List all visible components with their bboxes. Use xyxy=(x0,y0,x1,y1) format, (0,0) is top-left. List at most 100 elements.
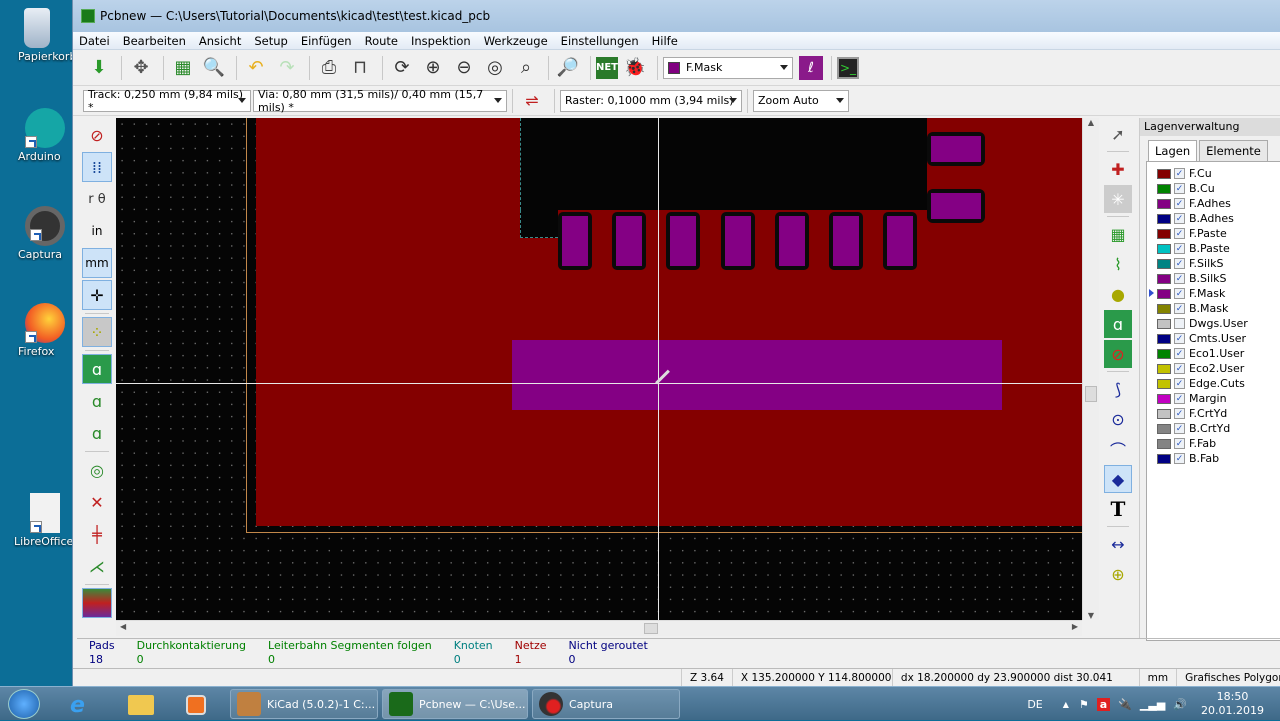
layer-color-swatch[interactable] xyxy=(1157,228,1171,239)
add-line-icon[interactable]: ⟆ xyxy=(1104,375,1132,403)
desktop-icon-libreoffice[interactable]: LibreOffice xyxy=(0,493,74,548)
footprint-editor-icon[interactable]: ▦ xyxy=(169,54,197,82)
layer-row[interactable]: ✓ B.Paste xyxy=(1147,241,1280,256)
layer-visibility-checkbox[interactable]: ✓ xyxy=(1174,243,1185,254)
layer-color-swatch[interactable] xyxy=(1157,198,1171,209)
netlist-icon[interactable]: NET xyxy=(596,56,618,79)
vertical-scrollbar[interactable]: ▲ ▼ xyxy=(1082,118,1099,620)
redraw-icon[interactable]: ⟳ xyxy=(388,54,416,82)
add-zone-icon[interactable]: ɑ xyxy=(1104,310,1132,338)
zoom-in-icon[interactable]: ⊕ xyxy=(419,54,447,82)
scroll-left-arrow[interactable]: ◀ xyxy=(120,622,126,631)
layer-visibility-checkbox[interactable]: ✓ xyxy=(1174,303,1185,314)
layer-color-swatch[interactable] xyxy=(1157,258,1171,269)
layer-visibility-checkbox[interactable]: ✓ xyxy=(1174,198,1185,209)
track-sketch-icon[interactable]: ╪ xyxy=(82,519,112,549)
pad[interactable] xyxy=(612,212,647,270)
layer-color-swatch[interactable] xyxy=(1157,363,1171,374)
add-text-icon[interactable]: T xyxy=(1104,495,1132,523)
layer-row[interactable]: ✓ Eco2.User xyxy=(1147,361,1280,376)
add-via-icon[interactable]: ● xyxy=(1104,280,1132,308)
drc-off-icon[interactable]: ⊘ xyxy=(82,120,112,150)
menu-einfuegen[interactable]: Einfügen xyxy=(301,34,352,48)
menu-setup[interactable]: Setup xyxy=(254,34,287,48)
layer-row[interactable]: ✓ F.Mask xyxy=(1147,286,1280,301)
zoom-dropdown[interactable]: Zoom Auto xyxy=(753,89,849,112)
units-mm-icon[interactable]: mm xyxy=(82,248,112,278)
via-size-dropdown[interactable]: Via: 0,80 mm (31,5 mils)/ 0,40 mm (15,7 … xyxy=(253,88,507,114)
highlight-net-icon[interactable]: ✚ xyxy=(1104,155,1132,183)
network-signal-icon[interactable]: ▁▃▅ xyxy=(1140,698,1165,711)
layer-color-swatch[interactable] xyxy=(1157,288,1171,299)
layer-visibility-checkbox[interactable] xyxy=(1174,318,1185,329)
layer-row[interactable]: ✓ F.SilkS xyxy=(1147,256,1280,271)
place-origin-icon[interactable]: ⊕ xyxy=(1104,560,1132,588)
taskbar-button-kicad[interactable]: KiCad (5.0.2)-1 C:... xyxy=(230,689,378,719)
horizontal-scrollbar[interactable]: ◀ ▶ xyxy=(116,620,1082,636)
menu-datei[interactable]: Datei xyxy=(79,34,110,48)
layer-visibility-checkbox[interactable]: ✓ xyxy=(1174,363,1185,374)
layer-row[interactable]: ✓ Margin xyxy=(1147,391,1280,406)
layer-visibility-checkbox[interactable]: ✓ xyxy=(1174,408,1185,419)
pad[interactable] xyxy=(883,212,918,270)
drc-bug-icon[interactable]: 🐞 xyxy=(621,54,649,82)
pad[interactable] xyxy=(927,189,985,223)
layer-row[interactable]: ✓ B.Adhes xyxy=(1147,211,1280,226)
layer-color-swatch[interactable] xyxy=(1157,183,1171,194)
clock[interactable]: 18:50 20.01.2019 xyxy=(1201,690,1264,718)
layer-visibility-checkbox[interactable]: ✓ xyxy=(1174,333,1185,344)
layer-color-swatch[interactable] xyxy=(1157,168,1171,179)
save-icon[interactable]: ⬇ xyxy=(85,54,113,82)
grid-size-dropdown[interactable]: Raster: 0,1000 mm (3,94 mils) xyxy=(560,89,742,112)
layer-color-swatch[interactable] xyxy=(1157,348,1171,359)
layer-visibility-checkbox[interactable]: ✓ xyxy=(1174,213,1185,224)
layer-color-swatch[interactable] xyxy=(1157,303,1171,314)
menu-einstellungen[interactable]: Einstellungen xyxy=(561,34,639,48)
pad[interactable] xyxy=(558,212,592,270)
layer-visibility-checkbox[interactable]: ✓ xyxy=(1174,423,1185,434)
auto-track-width-icon[interactable]: ⇌ xyxy=(518,87,546,115)
add-dimension-icon[interactable]: ↔ xyxy=(1104,530,1132,558)
zoom-out-icon[interactable]: ⊖ xyxy=(450,54,478,82)
zoom-fit-icon[interactable]: ◎ xyxy=(481,54,509,82)
title-bar[interactable]: Pcbnew — C:\Users\Tutorial\Documents\kic… xyxy=(73,0,1280,32)
pad[interactable] xyxy=(829,212,863,270)
pad[interactable] xyxy=(720,212,755,270)
show-hidden-icons[interactable]: ▲ xyxy=(1063,700,1069,709)
layer-row[interactable]: ✓ Cmts.User xyxy=(1147,331,1280,346)
scripting-console-icon[interactable]: >_ xyxy=(837,56,859,79)
internet-explorer-icon[interactable]: e xyxy=(70,693,85,718)
add-arc-icon[interactable]: ⌒ xyxy=(1104,435,1132,463)
zone-sketch-icon[interactable]: ɑ xyxy=(82,418,112,448)
layer-visibility-checkbox[interactable]: ✓ xyxy=(1174,258,1185,269)
action-center-flag-icon[interactable]: ⚑ xyxy=(1079,698,1089,711)
scroll-thumb[interactable] xyxy=(644,623,658,634)
desktop-icon-recycle-bin[interactable]: Papierkorb xyxy=(0,8,74,63)
language-indicator[interactable]: DE xyxy=(1027,698,1042,711)
menu-werkzeuge[interactable]: Werkzeuge xyxy=(484,34,548,48)
layers-manager-icon[interactable] xyxy=(82,588,112,618)
layer-color-swatch[interactable] xyxy=(1157,453,1171,464)
polar-coords-icon[interactable]: r θ xyxy=(82,184,112,214)
layer-row[interactable]: ✓ Eco1.User xyxy=(1147,346,1280,361)
undo-icon[interactable]: ↶ xyxy=(242,54,270,82)
layer-color-swatch[interactable] xyxy=(1157,393,1171,404)
power-icon[interactable]: 🔌 xyxy=(1118,698,1132,711)
via-sketch-icon[interactable]: ✕ xyxy=(82,487,112,517)
find-icon[interactable]: 🔎 xyxy=(554,54,582,82)
avira-icon[interactable]: a xyxy=(1096,697,1111,711)
layer-color-swatch[interactable] xyxy=(1157,378,1171,389)
layer-visibility-checkbox[interactable]: ✓ xyxy=(1174,348,1185,359)
pad[interactable] xyxy=(927,132,985,166)
pad-sketch-icon[interactable]: ◎ xyxy=(82,455,112,485)
layer-row[interactable]: ✓ B.Fab xyxy=(1147,451,1280,466)
scroll-up-arrow[interactable]: ▲ xyxy=(1083,118,1099,127)
tab-elemente[interactable]: Elemente xyxy=(1199,140,1268,161)
layer-color-swatch[interactable] xyxy=(1157,213,1171,224)
zoom-selection-icon[interactable]: ⌕ xyxy=(512,54,540,82)
layer-select-dropdown[interactable]: F.Mask xyxy=(663,56,793,79)
pcb-canvas[interactable] xyxy=(116,118,1082,620)
menu-hilfe[interactable]: Hilfe xyxy=(652,34,678,48)
menu-route[interactable]: Route xyxy=(365,34,398,48)
layer-visibility-checkbox[interactable]: ✓ xyxy=(1174,453,1185,464)
